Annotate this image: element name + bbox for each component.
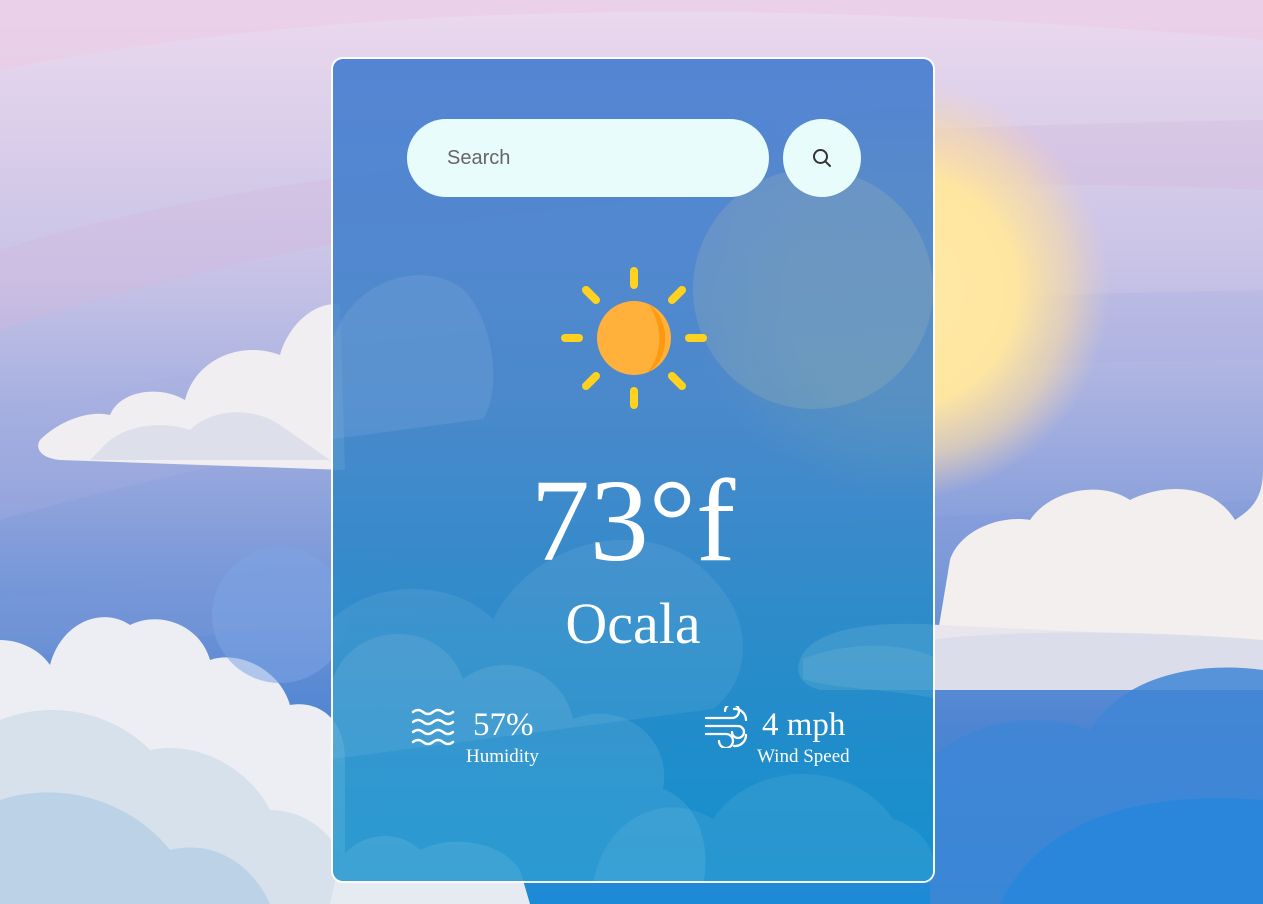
sun-icon <box>561 267 707 409</box>
humidity-label: Humidity <box>466 746 539 767</box>
search-button[interactable] <box>783 119 861 197</box>
wind-value: 4 mph <box>762 707 846 743</box>
search-icon <box>813 149 831 167</box>
wind-icon <box>704 706 748 748</box>
humidity-waves-icon <box>411 708 455 746</box>
city-name: Ocala <box>565 591 701 656</box>
search-input[interactable] <box>407 119 769 197</box>
wind-label: Wind Speed <box>757 746 850 767</box>
temperature: 73°f <box>530 455 736 586</box>
humidity-detail: 57% Humidity <box>411 704 611 774</box>
humidity-value: 57% <box>473 707 534 743</box>
weather-card: 73°f Ocala 57% Humidity 4 mph Wind Speed <box>331 57 935 883</box>
wind-detail: 4 mph Wind Speed <box>704 704 924 774</box>
